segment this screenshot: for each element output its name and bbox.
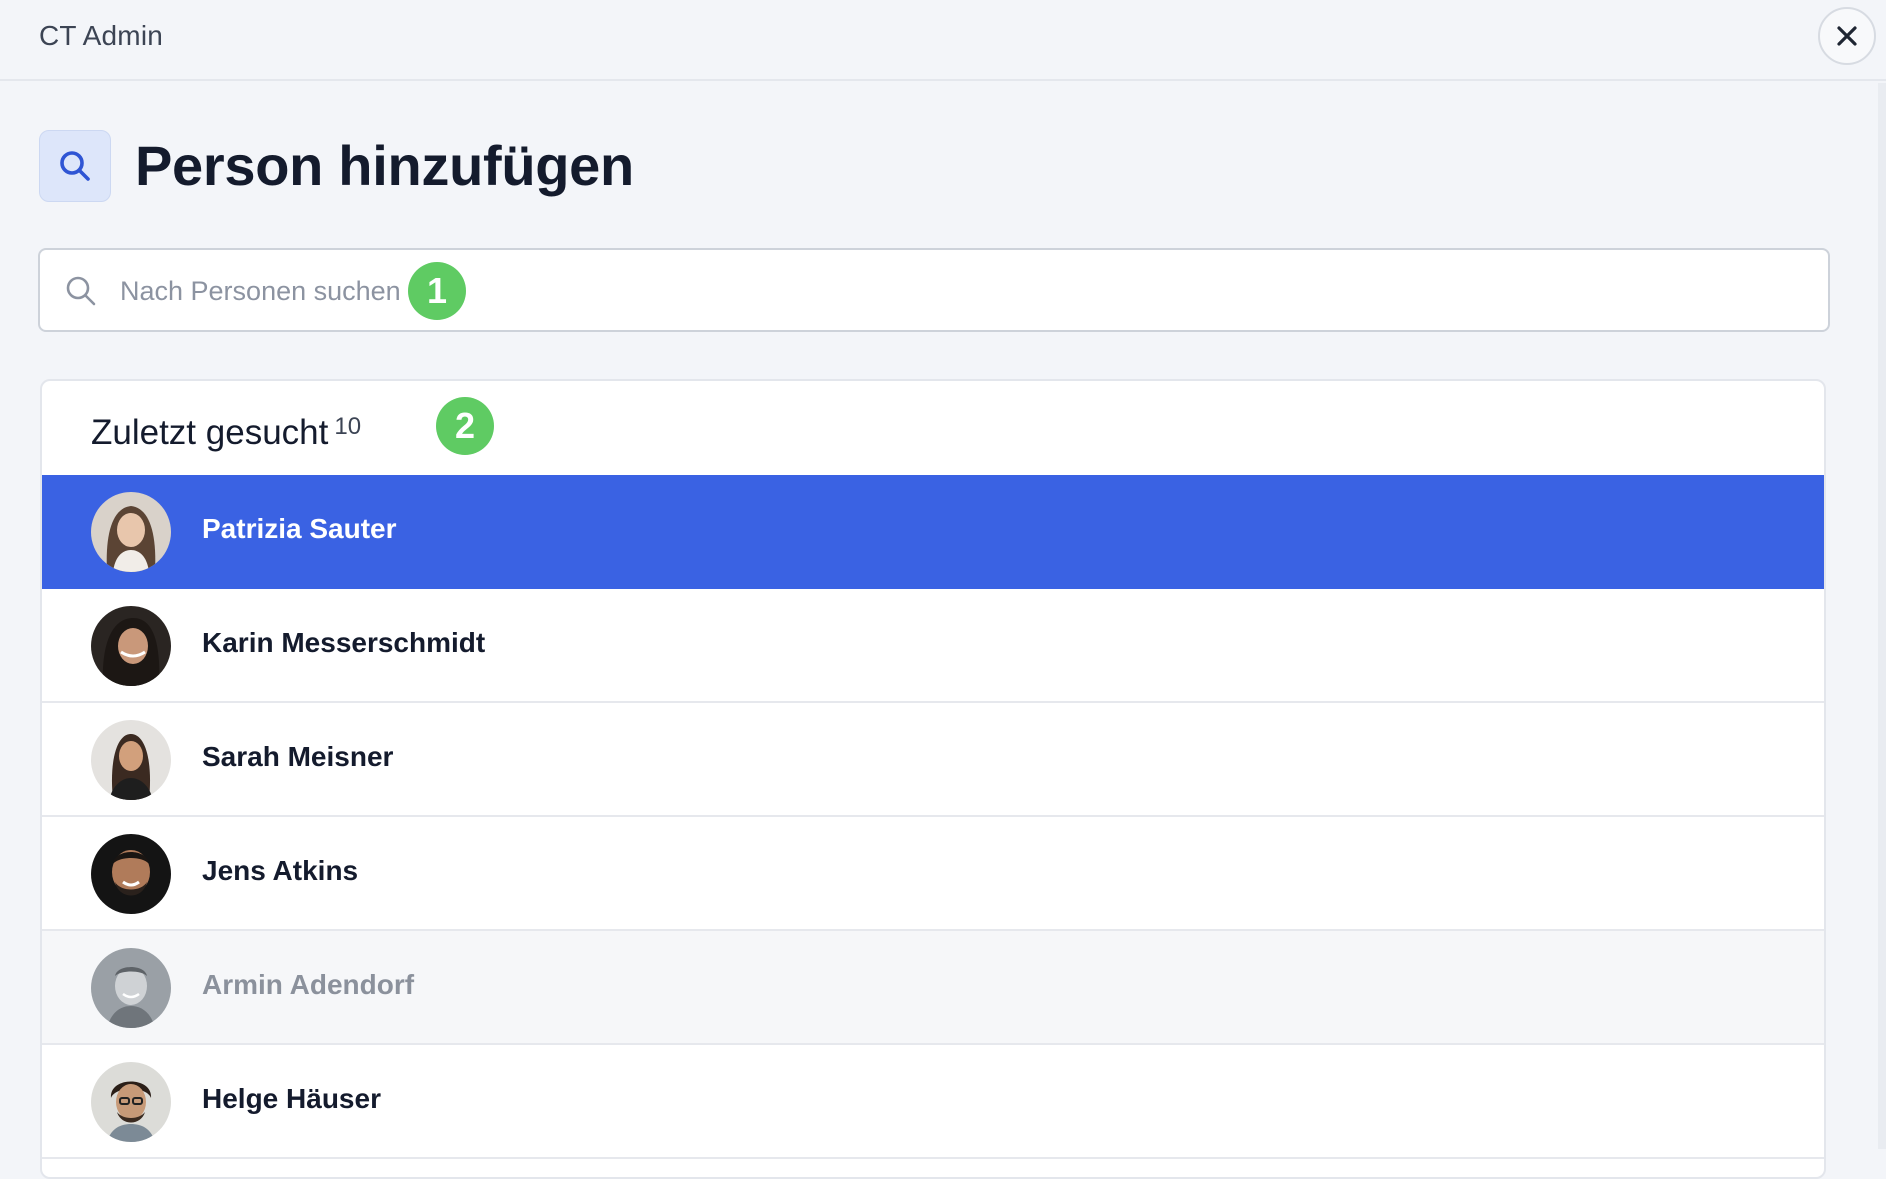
app-title: CT Admin	[39, 20, 164, 51]
search-field[interactable]	[38, 248, 1830, 332]
close-icon	[1837, 26, 1857, 46]
close-button[interactable]	[1818, 7, 1876, 65]
avatar	[91, 834, 171, 914]
person-row[interactable]: Jens Atkins	[42, 817, 1824, 931]
search-icon	[60, 151, 90, 181]
avatar	[91, 492, 171, 572]
scrollbar[interactable]	[1878, 83, 1886, 1149]
tab-count-badge: 10	[334, 412, 362, 440]
person-name: Sarah Meisner	[202, 741, 394, 772]
search-input[interactable]	[120, 266, 1800, 316]
avatar	[91, 606, 171, 686]
step-marker-1: 1	[408, 262, 466, 320]
person-row[interactable]: Sarah Meisner	[42, 703, 1824, 817]
step-marker-2: 2	[436, 397, 494, 455]
person-list: Patrizia Sauter Karin Messerschmidt Sara…	[42, 475, 1824, 1159]
search-icon	[66, 276, 96, 306]
header-search-icon-badge	[39, 130, 111, 202]
avatar	[91, 1062, 171, 1142]
person-name: Karin Messerschmidt	[202, 627, 486, 658]
avatar	[91, 948, 171, 1028]
top-bar: CT Admin	[0, 0, 1886, 81]
avatar	[91, 720, 171, 800]
person-row[interactable]: Helge Häuser	[42, 1045, 1824, 1159]
person-name: Helge Häuser	[202, 1083, 381, 1114]
results-card: Zuletzt gesucht 10 Patrizia Sauter Karin…	[40, 379, 1826, 1179]
person-name: Armin Adendorf	[202, 969, 415, 1000]
person-row[interactable]: Karin Messerschmidt	[42, 589, 1824, 703]
tab-label: Zuletzt gesucht	[91, 413, 329, 452]
page-title: Person hinzufügen	[135, 134, 634, 197]
person-row[interactable]: Patrizia Sauter	[42, 475, 1824, 589]
person-name: Jens Atkins	[202, 855, 359, 886]
person-row[interactable]: Armin Adendorf	[42, 931, 1824, 1045]
person-name: Patrizia Sauter	[202, 513, 397, 544]
